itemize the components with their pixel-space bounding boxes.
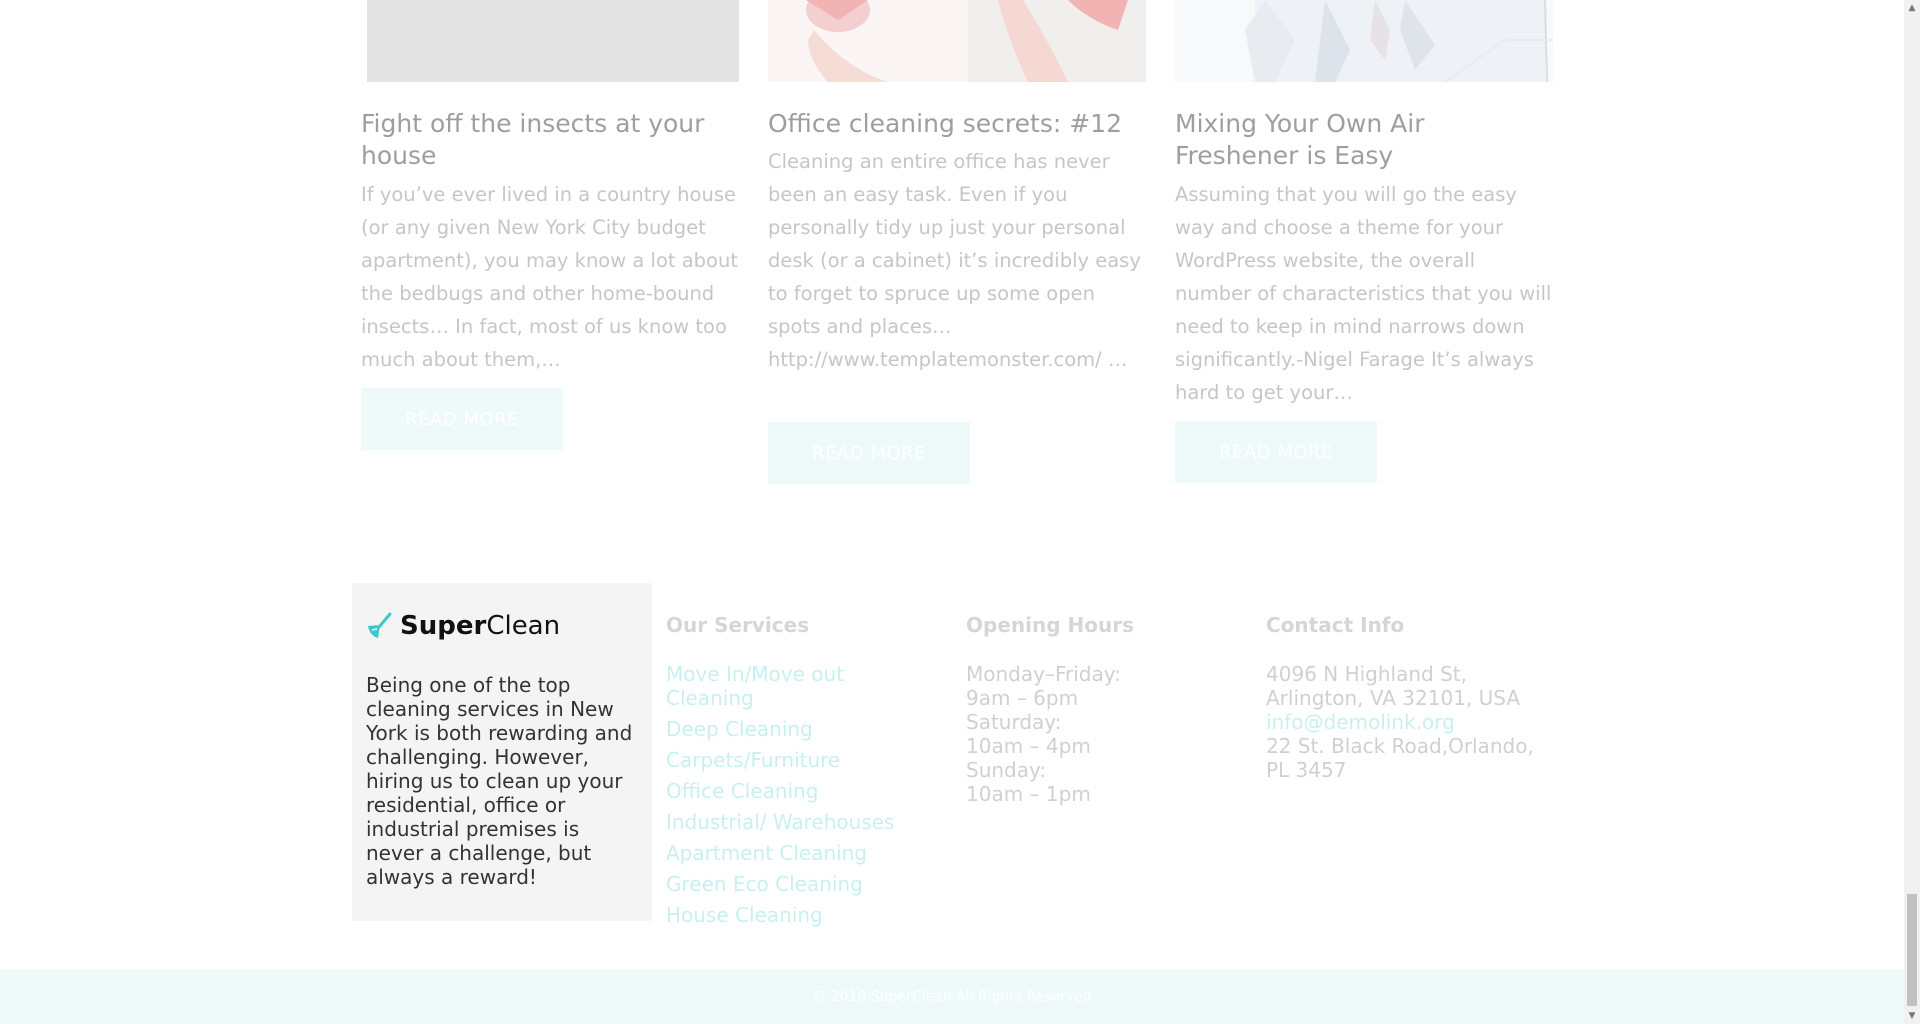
post-excerpt: Cleaning an entire office has never been… [768,150,1141,371]
post-title[interactable]: Office cleaning secrets: #12 [768,108,1146,140]
service-link-office-cleaning[interactable]: Office Cleaning [666,779,916,803]
footer-about: SuperClean Being one of the top cleaning… [352,583,652,921]
hours-label: Sunday: [966,758,1047,782]
service-link-move-in-out[interactable]: Move In/Move out Cleaning [666,662,916,710]
service-link-green-eco-cleaning[interactable]: Green Eco Cleaning [666,872,916,896]
contact-address-secondary: 22 St. Black Road,Orlando, PL 3457 [1266,734,1534,782]
post-image[interactable] [1175,0,1553,82]
service-link-deep-cleaning[interactable]: Deep Cleaning [666,717,916,741]
closet-photo [1175,0,1553,82]
post-title[interactable]: Mixing Your Own Air Freshener is Easy [1175,108,1553,172]
hours-value: 10am – 1pm [966,782,1091,806]
contact-column: Contact Info 4096 N Highland St, Arlingt… [1266,612,1536,782]
hours-heading: Opening Hours [966,613,1134,637]
blog-card: Mixing Your Own Air Freshener is Easy As… [1175,0,1553,483]
footer-description: Being one of the top cleaning services i… [366,673,633,889]
footer-bottom-bar: © 2018 SuperClean.All Rights Reserved [0,969,1904,1024]
post-image[interactable] [768,0,1146,82]
hours-column: Opening Hours Monday–Friday: 9am – 6pm S… [966,612,1246,806]
page: Fight off the insects at your house If y… [0,0,1904,1024]
hours-value: 10am – 4pm [966,734,1091,758]
post-excerpt: If you’ve ever lived in a country house … [361,183,738,371]
post-title[interactable]: Fight off the insects at your house [361,108,739,172]
read-more-button[interactable]: READ MORE [768,422,970,484]
read-more-button[interactable]: READ MORE [1175,421,1377,483]
copyright-text: © 2018 SuperClean.All Rights Reserved [812,988,1092,1005]
site-logo[interactable]: SuperClean [366,611,560,641]
broom-icon [368,612,392,638]
hours-label: Saturday: [966,710,1062,734]
scrollbar-thumb[interactable] [1907,894,1917,1006]
hours-value: 9am – 6pm [966,686,1079,710]
scroll-up-arrow-icon[interactable]: ▲ [1904,0,1920,16]
services-column: Our Services Move In/Move out Cleaning D… [666,612,946,934]
contact-heading: Contact Info [1266,613,1405,637]
service-link-apartment-cleaning[interactable]: Apartment Cleaning [666,841,916,865]
service-link-industrial-warehouses[interactable]: Industrial/ Warehouses [666,810,916,834]
service-link-carpets-furniture[interactable]: Carpets/Furniture [666,748,916,772]
blog-card: Office cleaning secrets: #12 Cleaning an… [768,0,1146,484]
cleaning-photo [768,0,1146,82]
contact-address: 4096 N Highland St, Arlington, VA 32101,… [1266,662,1521,710]
service-link-house-cleaning[interactable]: House Cleaning [666,903,916,927]
read-more-button[interactable]: READ MORE [361,388,563,450]
scroll-down-arrow-icon[interactable]: ▼ [1904,1008,1920,1024]
contact-email-link[interactable]: info@demolink.org [1266,710,1536,734]
post-excerpt: Assuming that you will go the easy way a… [1175,183,1552,404]
services-heading: Our Services [666,613,810,637]
hours-label: Monday–Friday: [966,662,1121,686]
brand-name: SuperClean [400,611,561,641]
post-image-placeholder[interactable] [367,0,739,82]
vertical-scrollbar[interactable]: ▲ ▼ [1904,0,1920,1024]
blog-card: Fight off the insects at your house If y… [361,0,739,450]
